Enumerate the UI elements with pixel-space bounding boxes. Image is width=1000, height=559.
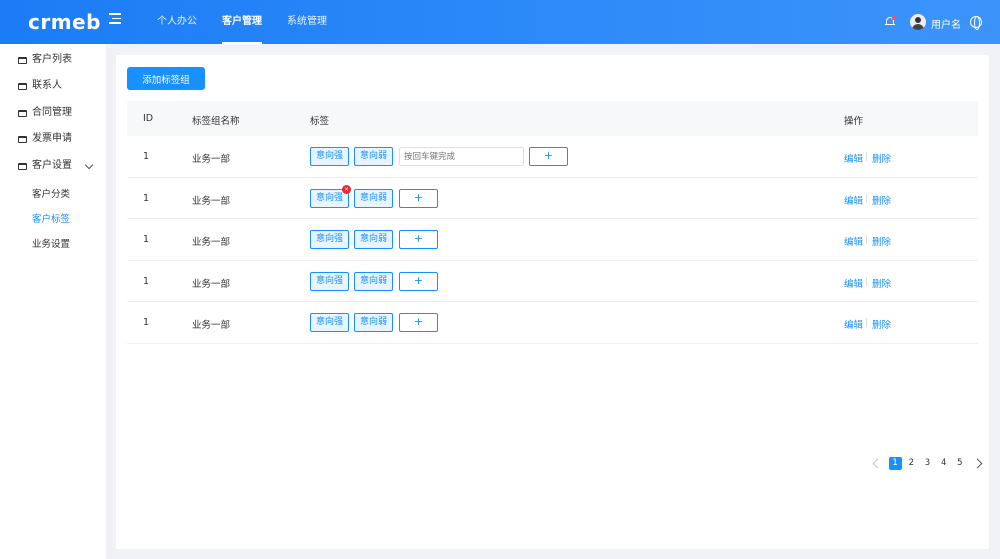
table-row: 1 业务一部 意向强 意向弱 + 编辑 删除 (127, 261, 978, 303)
pagination: 1 2 3 4 5 (868, 456, 987, 470)
cell-group-name: 业务一部 (192, 320, 231, 332)
cell-group-name: 业务一部 (192, 237, 231, 249)
page-4[interactable]: 4 (937, 457, 950, 470)
sidebar-item-contracts[interactable]: 合同管理 (18, 105, 72, 121)
tag-chip[interactable]: 意向弱 (354, 313, 393, 333)
tag-chip[interactable]: 意向弱 (354, 188, 393, 208)
action-divider (866, 152, 867, 161)
new-tag-input[interactable] (399, 147, 524, 166)
next-page-icon[interactable] (972, 458, 983, 468)
add-tag-group-button[interactable]: 添加标签组 (127, 67, 205, 90)
sidebar-item-invoice[interactable]: 发票申请 (18, 131, 72, 147)
top-header: crmeb 个人办公 客户管理 系统管理 用户名 (0, 0, 1000, 44)
table-row: 1 业务一部 意向强 意向弱 + 编辑 删除 (127, 219, 978, 261)
menu-toggle-icon[interactable] (109, 13, 123, 27)
table-row: 1 业务一部 意向强 意向弱 + 编辑 删除 (127, 136, 978, 178)
add-tag-button[interactable]: + (399, 230, 438, 250)
folder-icon (18, 82, 27, 90)
nav-tab-system-management[interactable]: 系统管理 (287, 0, 327, 44)
notification-dot (892, 16, 896, 20)
page-3[interactable]: 3 (921, 457, 934, 470)
action-divider (866, 193, 867, 203)
prev-page-icon[interactable] (872, 458, 883, 468)
tag-chip[interactable]: 意向强 (310, 271, 349, 291)
page-1[interactable]: 1 (888, 456, 902, 470)
cell-group-name: 业务一部 (192, 195, 231, 207)
cell-id: 1 (143, 317, 150, 329)
sidebar-item-label: 发票申请 (32, 133, 72, 144)
folder-icon (18, 162, 27, 170)
action-divider (866, 318, 867, 328)
nav-tab-customer-management[interactable]: 客户管理 (222, 0, 262, 44)
sidebar-item-label: 客户设置 (32, 160, 72, 171)
cell-id: 1 (143, 151, 150, 162)
add-tag-button[interactable]: + (399, 188, 438, 208)
add-tag-button[interactable]: + (399, 313, 438, 333)
chevron-down-icon (84, 160, 94, 170)
table-row: 1 业务一部 意向强 意向弱 + 编辑 删除 (127, 302, 978, 344)
add-tag-button[interactable]: + (529, 147, 568, 166)
tag-group-table: ID 标签组名称 标签 操作 1 业务一部 意向强 意向弱 + 编辑 删除 1 … (127, 101, 978, 344)
sidebar-subitem-customer-category[interactable]: 客户分类 (32, 186, 70, 200)
action-divider (866, 276, 867, 286)
edit-link[interactable]: 编辑 (844, 276, 863, 290)
edit-link[interactable]: 编辑 (844, 234, 863, 248)
globe-icon[interactable] (970, 16, 982, 30)
sidebar-item-label: 联系人 (32, 80, 62, 91)
nav-tab-personal-office[interactable]: 个人办公 (157, 0, 197, 44)
tag-chip[interactable]: 意向弱 (354, 230, 393, 250)
edit-link[interactable]: 编辑 (844, 151, 863, 165)
column-header-tags: 标签 (310, 116, 330, 127)
edit-link[interactable]: 编辑 (844, 317, 863, 331)
cell-group-name: 业务一部 (192, 154, 231, 165)
sidebar: 客户列表 联系人 合同管理 发票申请 客户设置 客户分类 客户标签 业务设置 (0, 44, 106, 559)
tag-chip[interactable]: 意向强 (310, 313, 349, 333)
page-5[interactable]: 5 (953, 457, 966, 470)
sidebar-subitem-business-settings[interactable]: 业务设置 (32, 236, 70, 250)
tag-chip[interactable]: 意向强 (310, 230, 349, 250)
username[interactable]: 用户名 (931, 16, 961, 31)
tag-chip[interactable]: 意向弱 (354, 147, 393, 166)
logo[interactable]: crmeb (28, 10, 101, 34)
delete-link[interactable]: 删除 (872, 276, 891, 290)
sidebar-subitem-customer-tags[interactable]: 客户标签 (32, 211, 70, 225)
action-divider (866, 235, 867, 245)
sidebar-item-customer-settings[interactable]: 客户设置 (18, 158, 94, 174)
tag-chip[interactable]: 意向强 (310, 147, 349, 166)
folder-icon (18, 109, 27, 117)
column-header-group-name: 标签组名称 (192, 116, 240, 127)
folder-icon (18, 56, 27, 64)
tag-chip[interactable]: 意向弱 (354, 271, 393, 291)
delete-link[interactable]: 删除 (872, 151, 891, 165)
table-row: 1 业务一部 意向强 × 意向弱 + 编辑 删除 (127, 178, 978, 220)
sidebar-item-label: 客户列表 (32, 54, 72, 65)
delete-link[interactable]: 删除 (872, 234, 891, 248)
cell-group-name: 业务一部 (192, 278, 231, 290)
delete-link[interactable]: 删除 (872, 193, 891, 207)
folder-icon (18, 135, 27, 143)
close-icon[interactable]: × (342, 184, 351, 194)
delete-link[interactable]: 删除 (872, 317, 891, 331)
add-tag-button[interactable]: + (399, 271, 438, 291)
bell-icon[interactable] (885, 16, 896, 27)
avatar[interactable] (910, 14, 926, 30)
sidebar-item-customer-list[interactable]: 客户列表 (18, 52, 72, 68)
page-2[interactable]: 2 (905, 457, 918, 470)
edit-link[interactable]: 编辑 (844, 193, 863, 207)
column-header-actions: 操作 (844, 116, 864, 127)
cell-id: 1 (143, 234, 150, 246)
main-card: 添加标签组 ID 标签组名称 标签 操作 1 业务一部 意向强 意向弱 + 编辑… (116, 55, 989, 549)
cell-id: 1 (143, 275, 150, 287)
sidebar-item-label: 合同管理 (32, 107, 72, 118)
sidebar-item-contacts[interactable]: 联系人 (18, 78, 62, 94)
cell-id: 1 (143, 192, 150, 204)
column-header-id: ID (143, 113, 154, 124)
table-header: ID 标签组名称 标签 操作 (127, 101, 978, 136)
